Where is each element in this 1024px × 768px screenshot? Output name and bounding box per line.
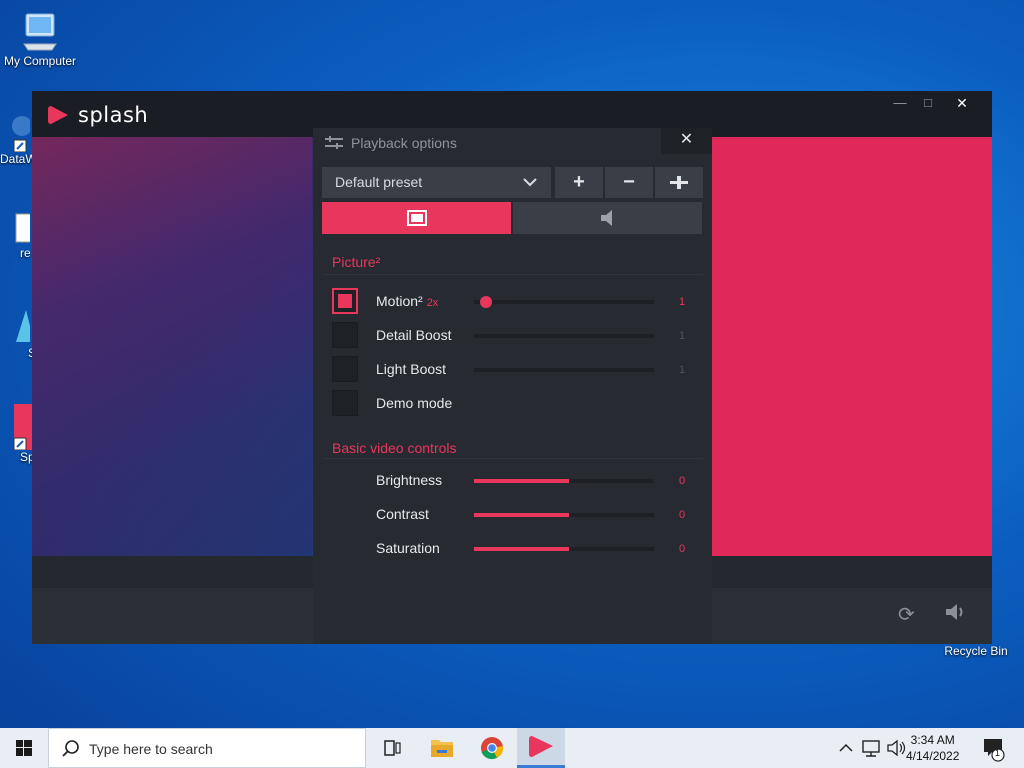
notification-count: 1 xyxy=(995,748,1001,758)
slider-knob[interactable] xyxy=(480,296,492,308)
motion-slider[interactable] xyxy=(474,296,654,308)
app-logo: splash xyxy=(48,103,148,127)
detail-boost-slider[interactable] xyxy=(474,334,654,338)
show-hidden-icons-button[interactable] xyxy=(834,728,858,768)
clock-date: 4/14/2022 xyxy=(906,749,960,763)
desktop-icon-label: Recycle Bin xyxy=(944,644,1008,658)
light-boost-label: Light Boost xyxy=(376,361,447,377)
video-left-region xyxy=(32,137,312,556)
section-title-picture: Picture² xyxy=(332,254,381,270)
light-boost-value: 1 xyxy=(679,364,686,376)
tab-video[interactable] xyxy=(322,202,511,234)
demo-mode-label: Demo mode xyxy=(376,395,453,411)
contrast-label: Contrast xyxy=(376,506,429,522)
folder-icon xyxy=(431,740,453,757)
close-button[interactable]: ✕ xyxy=(947,93,977,113)
reset-icon xyxy=(670,176,688,189)
light-boost-slider[interactable] xyxy=(474,368,654,372)
motion-label: Motion² 2x xyxy=(376,293,439,309)
section-divider xyxy=(322,458,703,459)
task-view-icon xyxy=(384,740,401,756)
splash-shortcut-icon xyxy=(13,404,34,450)
light-boost-checkbox[interactable] xyxy=(332,356,358,382)
chevron-up-icon xyxy=(839,743,853,752)
desktop-icon-label: My Computer xyxy=(3,54,77,68)
remove-preset-button[interactable]: − xyxy=(605,167,653,198)
desktop-icon-s[interactable]: S xyxy=(0,306,36,360)
splash-taskbar-button[interactable] xyxy=(517,728,565,768)
contrast-slider[interactable] xyxy=(474,513,654,517)
maximize-button[interactable]: □ xyxy=(913,93,943,113)
panel-close-button[interactable]: ✕ xyxy=(661,128,712,154)
saturation-fill xyxy=(474,547,570,551)
reset-preset-button[interactable] xyxy=(655,167,703,198)
clock-time: 3:34 AM xyxy=(910,733,955,747)
network-icon xyxy=(862,740,880,757)
network-button[interactable] xyxy=(858,728,884,768)
sliders-icon xyxy=(325,136,343,149)
taskbar: Type here to search 3:34 AM 4/14/2022 1 xyxy=(0,728,1024,768)
contrast-fill xyxy=(474,513,570,517)
task-view-button[interactable] xyxy=(368,728,416,768)
contrast-value: 0 xyxy=(679,509,686,521)
search-box[interactable]: Type here to search xyxy=(48,728,366,768)
file-explorer-button[interactable] xyxy=(418,728,466,768)
brightness-value: 0 xyxy=(679,475,686,487)
panel-header: Playback options xyxy=(325,135,457,151)
app-shortcut-icon xyxy=(16,310,30,342)
brightness-label: Brightness xyxy=(376,472,443,488)
action-center-button[interactable]: 1 xyxy=(976,728,1024,768)
detail-boost-value: 1 xyxy=(679,330,686,342)
splash-window: splash — □ ✕ ⟳ Playback options ✕ Defaul… xyxy=(32,91,992,644)
play-logo-icon xyxy=(48,106,68,124)
chrome-button[interactable] xyxy=(468,728,516,768)
start-button[interactable] xyxy=(0,728,48,768)
desktop-icon-label: Sp xyxy=(20,450,35,464)
detail-boost-checkbox[interactable] xyxy=(332,322,358,348)
brightness-slider[interactable] xyxy=(474,479,654,483)
document-icon xyxy=(15,213,30,243)
gear-shortcut-icon xyxy=(12,116,30,152)
desktop-icon-label: S xyxy=(0,346,36,360)
preset-value: Default preset xyxy=(335,174,423,190)
volume-button[interactable] xyxy=(884,728,908,768)
desktop-icon-my-computer[interactable]: My Computer xyxy=(2,10,78,68)
add-preset-button[interactable]: + xyxy=(555,167,603,198)
saturation-slider[interactable] xyxy=(474,547,654,551)
tab-audio[interactable] xyxy=(513,202,702,234)
detail-boost-label: Detail Boost xyxy=(376,327,452,343)
saturation-value: 0 xyxy=(679,543,686,555)
section-divider xyxy=(322,274,703,275)
panel-title: Playback options xyxy=(351,135,457,151)
demo-mode-checkbox[interactable] xyxy=(332,390,358,416)
taskbar-volume-icon xyxy=(887,739,906,757)
minimize-button[interactable]: — xyxy=(885,93,915,113)
volume-icon[interactable] xyxy=(944,602,968,628)
search-icon xyxy=(62,740,79,757)
search-placeholder: Type here to search xyxy=(89,741,213,757)
desktop-icon-label: DataW xyxy=(0,152,37,166)
brightness-fill xyxy=(474,479,570,483)
motion-tag: 2x xyxy=(426,297,439,309)
saturation-label: Saturation xyxy=(376,540,440,556)
preset-dropdown[interactable]: Default preset xyxy=(322,167,551,198)
motion-checkbox[interactable] xyxy=(332,288,358,314)
chrome-icon xyxy=(481,737,504,760)
desktop-icon-splash[interactable]: Sp xyxy=(0,404,35,464)
computer-icon xyxy=(23,13,57,51)
app-name: splash xyxy=(78,103,149,127)
desktop-icon-dataw[interactable]: DataW xyxy=(0,108,37,166)
desktop-icon-re[interactable]: re xyxy=(0,210,34,260)
desktop-icon-label: re xyxy=(20,246,31,260)
section-title-basic-video-controls: Basic video controls xyxy=(332,440,457,456)
motion-value: 1 xyxy=(679,296,686,308)
repeat-icon[interactable]: ⟳ xyxy=(898,602,915,627)
playback-options-panel: Playback options ✕ Default preset + − Pi… xyxy=(313,128,712,644)
video-right-region xyxy=(712,137,992,556)
splash-play-icon xyxy=(529,736,553,757)
clock[interactable]: 3:34 AM 4/14/2022 xyxy=(906,732,959,764)
film-icon xyxy=(407,210,427,226)
windows-icon xyxy=(16,740,32,756)
speaker-icon xyxy=(601,210,612,226)
